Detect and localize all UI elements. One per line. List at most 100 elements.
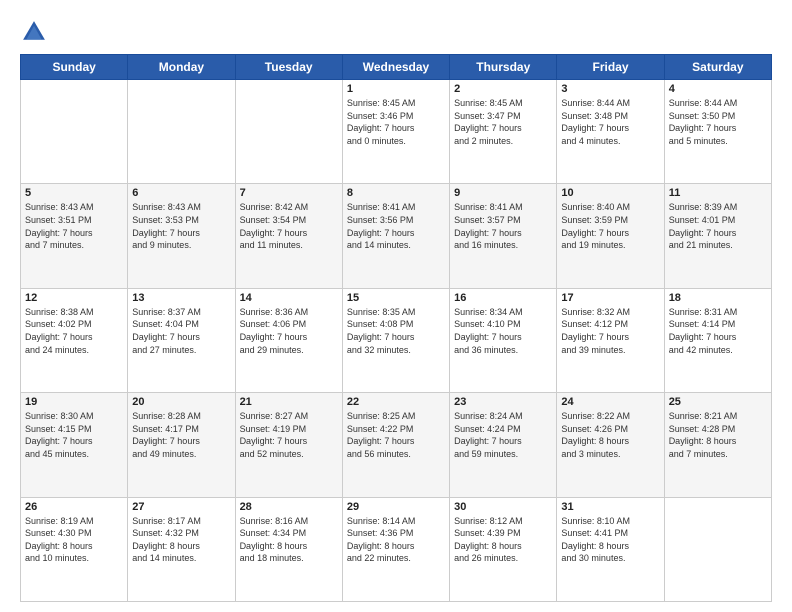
calendar-cell xyxy=(235,80,342,184)
calendar-cell: 23 Sunrise: 8:24 AM Sunset: 4:24 PM Dayli… xyxy=(450,393,557,497)
logo xyxy=(20,18,52,46)
calendar-cell: 29 Sunrise: 8:14 AM Sunset: 4:36 PM Dayli… xyxy=(342,497,449,601)
calendar-header: SundayMondayTuesdayWednesdayThursdayFrid… xyxy=(21,55,772,80)
calendar-cell: 3 Sunrise: 8:44 AM Sunset: 3:48 PM Daylig… xyxy=(557,80,664,184)
day-number: 15 xyxy=(347,292,445,304)
day-info: Sunrise: 8:10 AM Sunset: 4:41 PM Dayligh… xyxy=(561,515,659,565)
calendar-cell: 15 Sunrise: 8:35 AM Sunset: 4:08 PM Dayli… xyxy=(342,288,449,392)
calendar-cell: 13 Sunrise: 8:37 AM Sunset: 4:04 PM Dayli… xyxy=(128,288,235,392)
calendar-cell: 6 Sunrise: 8:43 AM Sunset: 3:53 PM Daylig… xyxy=(128,184,235,288)
day-number: 2 xyxy=(454,83,552,95)
page: SundayMondayTuesdayWednesdayThursdayFrid… xyxy=(0,0,792,612)
day-number: 4 xyxy=(669,83,767,95)
day-number: 13 xyxy=(132,292,230,304)
header xyxy=(20,18,772,46)
day-number: 22 xyxy=(347,396,445,408)
weekday-header-wednesday: Wednesday xyxy=(342,55,449,80)
calendar-cell: 31 Sunrise: 8:10 AM Sunset: 4:41 PM Dayli… xyxy=(557,497,664,601)
day-number: 6 xyxy=(132,187,230,199)
week-row-3: 19 Sunrise: 8:30 AM Sunset: 4:15 PM Dayli… xyxy=(21,393,772,497)
day-number: 26 xyxy=(25,501,123,513)
calendar-cell: 10 Sunrise: 8:40 AM Sunset: 3:59 PM Dayli… xyxy=(557,184,664,288)
calendar-cell: 28 Sunrise: 8:16 AM Sunset: 4:34 PM Dayli… xyxy=(235,497,342,601)
day-number: 5 xyxy=(25,187,123,199)
week-row-1: 5 Sunrise: 8:43 AM Sunset: 3:51 PM Daylig… xyxy=(21,184,772,288)
calendar-cell: 19 Sunrise: 8:30 AM Sunset: 4:15 PM Dayli… xyxy=(21,393,128,497)
day-info: Sunrise: 8:25 AM Sunset: 4:22 PM Dayligh… xyxy=(347,410,445,460)
day-info: Sunrise: 8:45 AM Sunset: 3:47 PM Dayligh… xyxy=(454,97,552,147)
day-number: 24 xyxy=(561,396,659,408)
day-info: Sunrise: 8:22 AM Sunset: 4:26 PM Dayligh… xyxy=(561,410,659,460)
day-info: Sunrise: 8:16 AM Sunset: 4:34 PM Dayligh… xyxy=(240,515,338,565)
week-row-2: 12Sunrise: 8:38 AM Sunset: 4:02 PM Dayli… xyxy=(21,288,772,392)
day-number: 25 xyxy=(669,396,767,408)
day-number: 16 xyxy=(454,292,552,304)
day-info: Sunrise: 8:44 AM Sunset: 3:50 PM Dayligh… xyxy=(669,97,767,147)
day-info: Sunrise: 8:43 AM Sunset: 3:51 PM Dayligh… xyxy=(25,201,123,251)
day-number: 8 xyxy=(347,187,445,199)
calendar-cell xyxy=(21,80,128,184)
day-info: Sunrise: 8:42 AM Sunset: 3:54 PM Dayligh… xyxy=(240,201,338,251)
day-number: 18 xyxy=(669,292,767,304)
day-info: Sunrise: 8:36 AM Sunset: 4:06 PM Dayligh… xyxy=(240,306,338,356)
day-info: Sunrise: 8:44 AM Sunset: 3:48 PM Dayligh… xyxy=(561,97,659,147)
day-info: Sunrise: 8:35 AM Sunset: 4:08 PM Dayligh… xyxy=(347,306,445,356)
calendar-cell: 27 Sunrise: 8:17 AM Sunset: 4:32 PM Dayli… xyxy=(128,497,235,601)
calendar-body: 1 Sunrise: 8:45 AM Sunset: 3:46 PM Daylig… xyxy=(21,80,772,602)
calendar-cell: 17 Sunrise: 8:32 AM Sunset: 4:12 PM Dayli… xyxy=(557,288,664,392)
weekday-row: SundayMondayTuesdayWednesdayThursdayFrid… xyxy=(21,55,772,80)
day-info: Sunrise: 8:14 AM Sunset: 4:36 PM Dayligh… xyxy=(347,515,445,565)
day-info: Sunrise: 8:41 AM Sunset: 3:56 PM Dayligh… xyxy=(347,201,445,251)
day-number: 31 xyxy=(561,501,659,513)
calendar-cell xyxy=(128,80,235,184)
day-info: Sunrise: 8:32 AM Sunset: 4:12 PM Dayligh… xyxy=(561,306,659,356)
calendar-cell: 25 Sunrise: 8:21 AM Sunset: 4:28 PM Dayli… xyxy=(664,393,771,497)
calendar-cell: 14 Sunrise: 8:36 AM Sunset: 4:06 PM Dayli… xyxy=(235,288,342,392)
day-number: 27 xyxy=(132,501,230,513)
calendar-cell: 12Sunrise: 8:38 AM Sunset: 4:02 PM Dayli… xyxy=(21,288,128,392)
calendar-cell: 1 Sunrise: 8:45 AM Sunset: 3:46 PM Daylig… xyxy=(342,80,449,184)
weekday-header-friday: Friday xyxy=(557,55,664,80)
day-number: 28 xyxy=(240,501,338,513)
calendar-cell: 2 Sunrise: 8:45 AM Sunset: 3:47 PM Daylig… xyxy=(450,80,557,184)
day-info: Sunrise: 8:24 AM Sunset: 4:24 PM Dayligh… xyxy=(454,410,552,460)
day-number: 17 xyxy=(561,292,659,304)
day-info: Sunrise: 8:40 AM Sunset: 3:59 PM Dayligh… xyxy=(561,201,659,251)
calendar-cell: 24 Sunrise: 8:22 AM Sunset: 4:26 PM Dayli… xyxy=(557,393,664,497)
day-info: Sunrise: 8:28 AM Sunset: 4:17 PM Dayligh… xyxy=(132,410,230,460)
day-number: 10 xyxy=(561,187,659,199)
day-info: Sunrise: 8:45 AM Sunset: 3:46 PM Dayligh… xyxy=(347,97,445,147)
day-info: Sunrise: 8:19 AM Sunset: 4:30 PM Dayligh… xyxy=(25,515,123,565)
day-info: Sunrise: 8:43 AM Sunset: 3:53 PM Dayligh… xyxy=(132,201,230,251)
calendar-cell: 22 Sunrise: 8:25 AM Sunset: 4:22 PM Dayli… xyxy=(342,393,449,497)
calendar-cell: 5 Sunrise: 8:43 AM Sunset: 3:51 PM Daylig… xyxy=(21,184,128,288)
day-info: Sunrise: 8:39 AM Sunset: 4:01 PM Dayligh… xyxy=(669,201,767,251)
day-info: Sunrise: 8:21 AM Sunset: 4:28 PM Dayligh… xyxy=(669,410,767,460)
calendar-cell: 11 Sunrise: 8:39 AM Sunset: 4:01 PM Dayli… xyxy=(664,184,771,288)
day-number: 29 xyxy=(347,501,445,513)
weekday-header-monday: Monday xyxy=(128,55,235,80)
week-row-0: 1 Sunrise: 8:45 AM Sunset: 3:46 PM Daylig… xyxy=(21,80,772,184)
day-number: 19 xyxy=(25,396,123,408)
day-info: Sunrise: 8:30 AM Sunset: 4:15 PM Dayligh… xyxy=(25,410,123,460)
calendar-cell: 7 Sunrise: 8:42 AM Sunset: 3:54 PM Daylig… xyxy=(235,184,342,288)
day-number: 7 xyxy=(240,187,338,199)
day-number: 14 xyxy=(240,292,338,304)
day-info: Sunrise: 8:27 AM Sunset: 4:19 PM Dayligh… xyxy=(240,410,338,460)
day-number: 1 xyxy=(347,83,445,95)
day-number: 30 xyxy=(454,501,552,513)
day-info: Sunrise: 8:12 AM Sunset: 4:39 PM Dayligh… xyxy=(454,515,552,565)
day-number: 11 xyxy=(669,187,767,199)
day-number: 21 xyxy=(240,396,338,408)
day-number: 23 xyxy=(454,396,552,408)
calendar-cell: 16Sunrise: 8:34 AM Sunset: 4:10 PM Dayli… xyxy=(450,288,557,392)
calendar-table: SundayMondayTuesdayWednesdayThursdayFrid… xyxy=(20,54,772,602)
logo-icon xyxy=(20,18,48,46)
day-info: Sunrise: 8:37 AM Sunset: 4:04 PM Dayligh… xyxy=(132,306,230,356)
day-number: 20 xyxy=(132,396,230,408)
day-number: 12 xyxy=(25,292,123,304)
calendar-cell xyxy=(664,497,771,601)
day-number: 3 xyxy=(561,83,659,95)
calendar-cell: 30 Sunrise: 8:12 AM Sunset: 4:39 PM Dayli… xyxy=(450,497,557,601)
day-info: Sunrise: 8:17 AM Sunset: 4:32 PM Dayligh… xyxy=(132,515,230,565)
